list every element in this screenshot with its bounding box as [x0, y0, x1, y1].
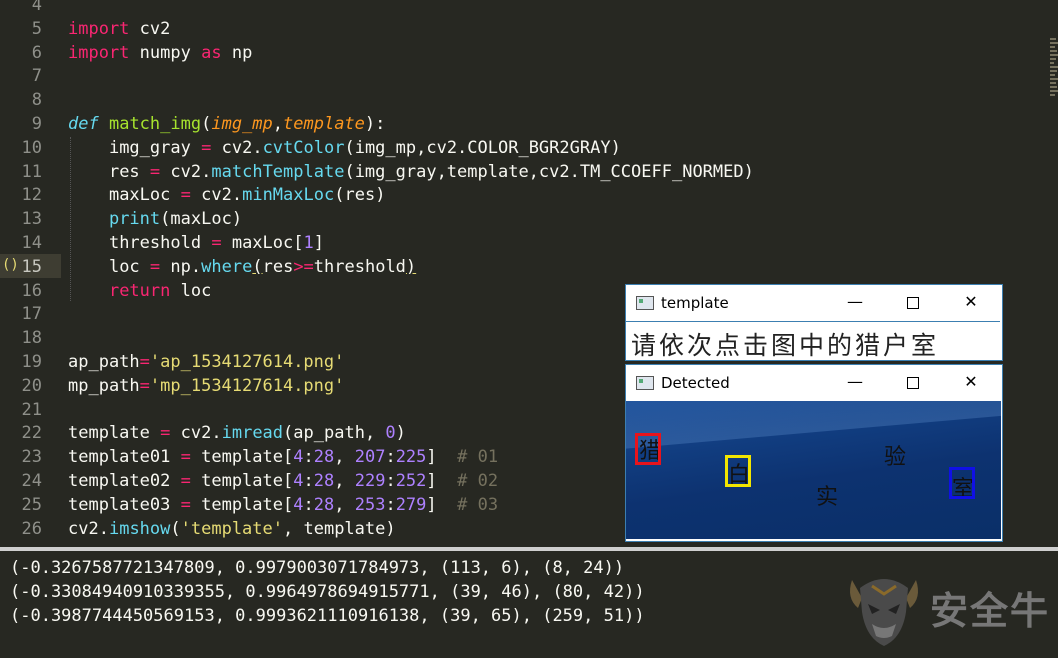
code-line[interactable]: import numpy as np: [68, 42, 252, 66]
line-number: 4: [31, 0, 42, 15]
close-button[interactable]: ✕: [956, 371, 986, 393]
line-number: 6: [31, 42, 42, 63]
code-line[interactable]: maxLoc = cv2.minMaxLoc(res): [68, 184, 385, 208]
code-line[interactable]: cv2.imshow('template', template): [68, 518, 396, 542]
code-line[interactable]: res = cv2.matchTemplate(img_gray,templat…: [68, 161, 754, 185]
watermark-text: 安全牛: [930, 589, 1051, 633]
code-line[interactable]: import cv2: [68, 18, 170, 42]
line-number: 12: [21, 185, 42, 206]
line-number: 14: [21, 233, 42, 253]
code-line[interactable]: ap_path='ap_1534127614.png': [68, 351, 344, 375]
match-box-red: [635, 433, 661, 465]
line-number: 26: [21, 518, 42, 539]
maximize-button[interactable]: [898, 291, 928, 313]
template-window-titlebar[interactable]: template — ✕: [626, 285, 1002, 321]
line-number: 10: [21, 137, 42, 158]
line-number: 23: [21, 447, 42, 468]
code-line[interactable]: return loc: [68, 280, 211, 304]
line-number: 20: [21, 375, 42, 396]
template-window[interactable]: template — ✕ 请依次点击图中的猎户室: [625, 284, 1003, 361]
line-number: 8: [31, 90, 42, 111]
minimap[interactable]: [1050, 38, 1058, 100]
window-app-icon: [636, 376, 654, 390]
code-line[interactable]: print(maxLoc): [68, 208, 242, 232]
code-line[interactable]: template03 = template[4:28, 253:279] # 0…: [68, 494, 498, 518]
code-line[interactable]: img_gray = cv2.cvtColor(img_mp,cv2.COLOR…: [68, 137, 621, 161]
console-line: (-0.33084940910339355, 0.996497869491577…: [10, 582, 645, 602]
captcha-char: 实: [816, 485, 839, 510]
minimize-button[interactable]: —: [840, 291, 870, 313]
code-line[interactable]: loc = np.where(res>=threshold): [68, 256, 416, 280]
match-box-blue: [949, 467, 975, 499]
line-number: 5: [31, 18, 42, 39]
detected-image: 猎 白 实 验 室: [626, 401, 1001, 539]
line-number: 25: [21, 494, 42, 515]
line-number: 22: [21, 423, 42, 444]
line-number: 19: [21, 352, 42, 372]
line-number: 16: [21, 280, 42, 301]
template-image: 请依次点击图中的猎户室: [626, 321, 1000, 358]
maximize-button[interactable]: [898, 371, 928, 393]
output-console[interactable]: (-0.3267587721347809, 0.9979003071784973…: [0, 551, 1058, 658]
code-line[interactable]: template02 = template[4:28, 229:252] # 0…: [68, 470, 498, 494]
detected-window-titlebar[interactable]: Detected — ✕: [626, 365, 1002, 401]
line-number: 7: [31, 66, 42, 87]
code-line[interactable]: def match_img(img_mp,template):: [68, 113, 385, 137]
line-number: 13: [21, 209, 42, 230]
template-image-text: 请依次点击图中的猎户室: [631, 331, 940, 358]
detected-window[interactable]: Detected — ✕ 猎 白 实 验 室: [625, 364, 1003, 542]
line-number: 15: [21, 256, 42, 277]
code-line[interactable]: threshold = maxLoc[1]: [68, 232, 324, 256]
line-number: 17: [21, 304, 42, 325]
window-app-icon: [636, 296, 654, 310]
code-line[interactable]: mp_path='mp_1534127614.png': [68, 375, 344, 399]
console-line: (-0.3267587721347809, 0.9979003071784973…: [10, 558, 625, 578]
code-line[interactable]: template01 = template[4:28, 207:225] # 0…: [68, 446, 498, 470]
window-title: Detected: [661, 374, 730, 392]
code-line[interactable]: template = cv2.imread(ap_path, 0): [68, 422, 406, 446]
maximize-icon: [907, 376, 919, 389]
close-button[interactable]: ✕: [956, 291, 986, 313]
maximize-icon: [907, 296, 919, 309]
line-number: 21: [21, 399, 42, 420]
line-number: 18: [21, 328, 42, 349]
console-line: (-0.3987744450569153, 0.9993621110916138…: [10, 606, 645, 626]
bull-logo-icon: [850, 579, 918, 646]
line-number: 24: [21, 471, 42, 491]
match-box-yellow: [725, 455, 751, 487]
line-number: 11: [21, 161, 42, 182]
minimize-button[interactable]: —: [840, 371, 870, 393]
captcha-char: 验: [884, 445, 907, 470]
watermark: 安全牛: [842, 568, 1054, 652]
window-title: template: [661, 294, 729, 312]
line-number: 9: [31, 114, 42, 134]
